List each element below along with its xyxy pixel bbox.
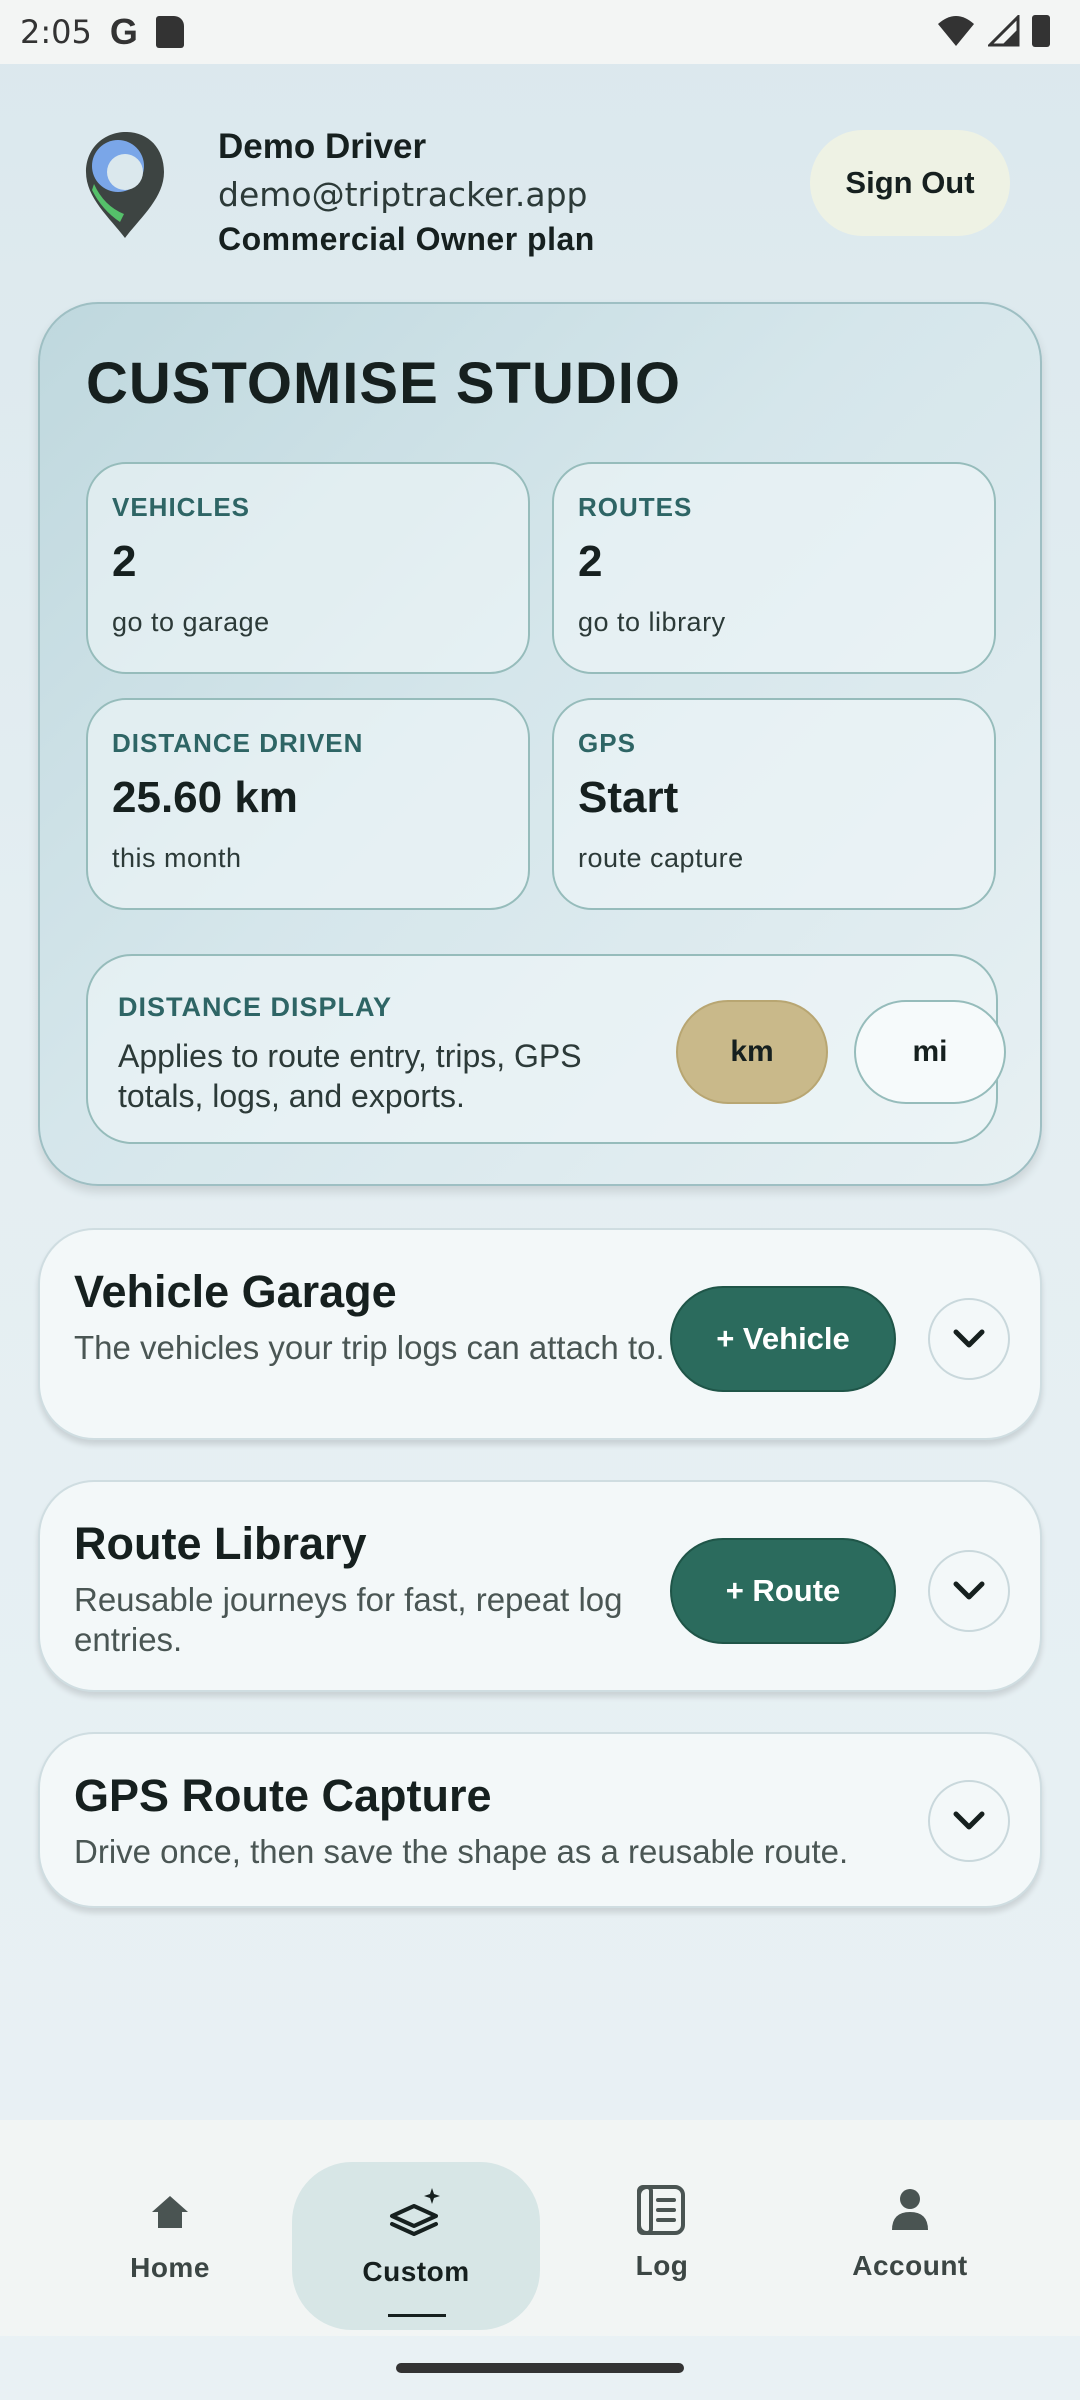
section-title: Vehicle Garage	[74, 1266, 397, 1317]
home-icon	[152, 2196, 188, 2228]
stat-value: 25.60 km	[112, 773, 298, 822]
layers-sparkle-icon	[390, 2188, 440, 2236]
wifi-icon	[938, 16, 974, 46]
user-info: Demo Driver demo@triptracker.app Commerc…	[218, 122, 595, 260]
stat-value: 2	[112, 537, 137, 586]
add-route-button[interactable]: + Route	[670, 1538, 896, 1644]
home-indicator[interactable]	[396, 2363, 684, 2373]
profile-header: Demo Driver demo@triptracker.app Commerc…	[80, 122, 1020, 257]
user-name: Demo Driver	[218, 127, 427, 166]
battery-icon	[1032, 15, 1050, 47]
stat-label: DISTANCE DRIVEN	[112, 728, 364, 758]
stat-value: Start	[578, 773, 679, 822]
google-icon: G	[109, 11, 138, 52]
stat-routes[interactable]: ROUTES 2 go to library	[552, 462, 996, 674]
status-bar: 2:05 G	[0, 0, 1080, 64]
nav-label: Custom	[362, 2256, 470, 2287]
stat-label: VEHICLES	[112, 492, 251, 522]
gps-route-capture-section: GPS Route Capture Drive once, then save …	[38, 1732, 1042, 1908]
section-desc: Drive once, then save the shape as a reu…	[74, 1833, 849, 1870]
stat-sub: route capture	[578, 843, 744, 873]
sd-card-icon	[155, 16, 184, 48]
stat-gps[interactable]: GPS Start route capture	[552, 698, 996, 910]
app-logo-icon	[86, 132, 164, 238]
stat-vehicles[interactable]: VEHICLES 2 go to garage	[86, 462, 530, 674]
section-title: GPS Route Capture	[74, 1770, 492, 1821]
person-icon	[892, 2189, 928, 2230]
add-vehicle-button[interactable]: + Vehicle	[670, 1286, 896, 1392]
vehicle-garage-section: Vehicle Garage The vehicles your trip lo…	[38, 1228, 1042, 1440]
stat-label: ROUTES	[578, 492, 693, 522]
chevron-down-icon	[953, 1581, 985, 1600]
stat-sub: this month	[112, 843, 242, 873]
studio-title: CUSTOMISE STUDIO	[86, 351, 681, 416]
nav-home[interactable]: Home	[48, 2164, 292, 2334]
chevron-down-icon	[953, 1811, 985, 1830]
nav-account[interactable]: Account	[788, 2164, 1032, 2334]
user-email: demo@triptracker.app	[218, 175, 588, 214]
log-icon	[637, 2185, 685, 2235]
expand-gps-button[interactable]	[928, 1780, 1010, 1862]
distance-display-desc: Applies to route entry, trips, GPS total…	[118, 1038, 582, 1114]
stat-value: 2	[578, 537, 603, 586]
distance-display-box: DISTANCE DISPLAY Applies to route entry,…	[86, 954, 1006, 1144]
nav-active-underline	[388, 2314, 446, 2317]
nav-label: Log	[635, 2250, 689, 2281]
nav-log[interactable]: Log	[540, 2164, 784, 2334]
expand-library-button[interactable]	[928, 1550, 1010, 1632]
route-library-section: Route Library Reusable journeys for fast…	[38, 1480, 1042, 1692]
stat-distance-driven[interactable]: DISTANCE DRIVEN 25.60 km this month	[86, 698, 530, 910]
nav-label: Account	[852, 2250, 968, 2281]
status-time: 2:05	[20, 13, 92, 51]
unit-mi-button[interactable]: mi	[854, 1000, 1006, 1104]
customise-studio-card: CUSTOMISE STUDIO VEHICLES 2 go to garage…	[38, 302, 1042, 1186]
section-title: Route Library	[74, 1518, 367, 1569]
user-plan: Commercial Owner plan	[218, 221, 595, 257]
chevron-down-icon	[953, 1329, 985, 1348]
unit-km-button[interactable]: km	[676, 1000, 828, 1104]
section-desc: The vehicles your trip logs can attach t…	[74, 1329, 665, 1366]
distance-display-label: DISTANCE DISPLAY	[118, 992, 393, 1022]
stat-sub: go to garage	[112, 607, 270, 637]
sign-out-button[interactable]: Sign Out	[810, 130, 1010, 236]
stat-sub: go to library	[578, 607, 726, 637]
stat-label: GPS	[578, 728, 636, 758]
bottom-navigation: Home Custom Log Account	[0, 2120, 1080, 2336]
expand-garage-button[interactable]	[928, 1298, 1010, 1380]
signal-icon	[988, 15, 1020, 47]
section-desc: Reusable journeys for fast, repeat log e…	[74, 1581, 623, 1658]
nav-custom[interactable]: Custom	[294, 2164, 538, 2334]
nav-label: Home	[130, 2252, 210, 2283]
